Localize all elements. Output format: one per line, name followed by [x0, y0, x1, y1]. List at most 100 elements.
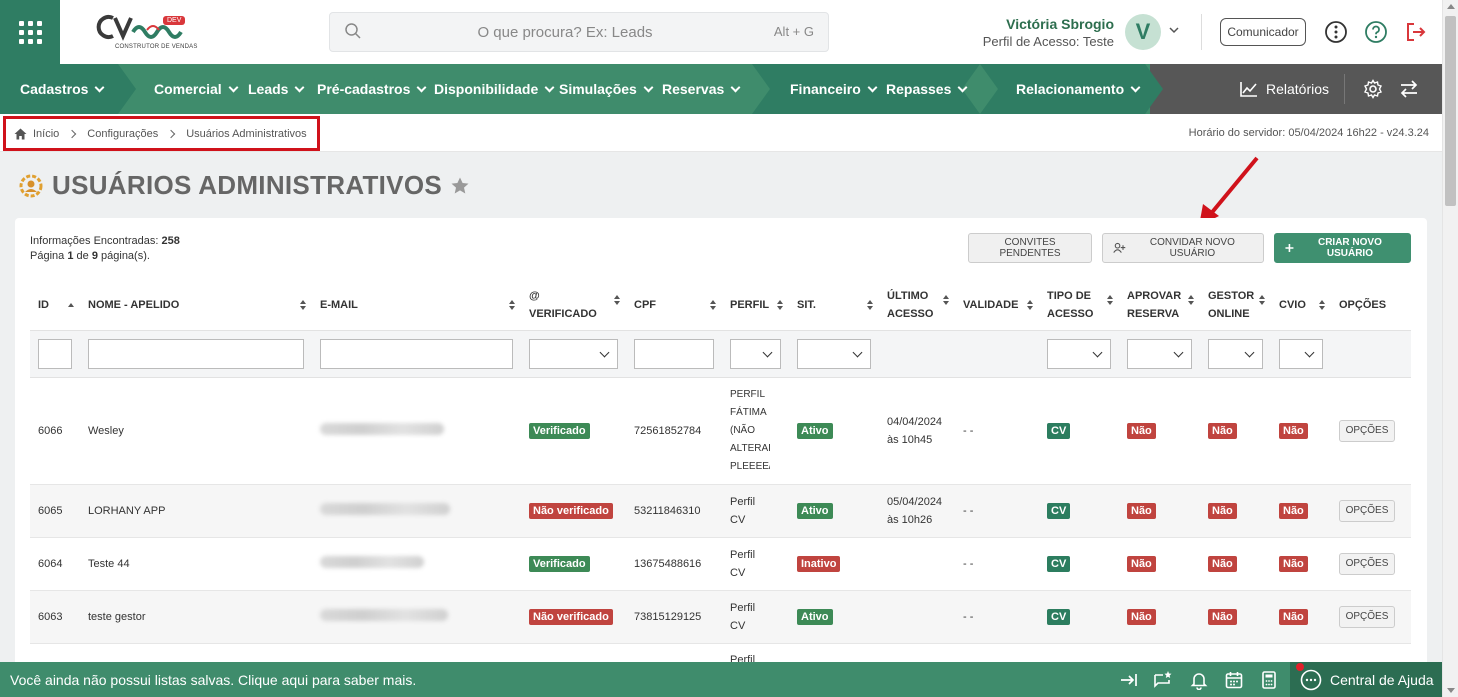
col-validity[interactable]: VALIDADE [955, 280, 1039, 330]
chevron-right-icon [166, 129, 176, 138]
user-plus-icon [1113, 242, 1126, 253]
cell-cpf: 72561852784 [626, 377, 722, 485]
nav-repasses[interactable]: Repasses [886, 64, 968, 114]
nav-arrow-tip [1145, 64, 1163, 114]
col-last-access[interactable]: ÚLTIMO ACESSO [879, 280, 955, 330]
nav-cadastros[interactable]: Cadastros [20, 64, 105, 114]
search-input[interactable] [370, 13, 760, 51]
col-status[interactable]: SIT. [789, 280, 879, 330]
filter-gestor-select[interactable] [1208, 338, 1263, 369]
cell-status: Ativo [789, 484, 879, 538]
filter-profile-select[interactable] [730, 338, 781, 369]
nav-simulacoes[interactable]: Simulações [559, 64, 654, 114]
col-access-type[interactable]: TIPO DE ACESSO [1039, 280, 1119, 330]
nav-disponibilidade[interactable]: Disponibilidade [434, 64, 555, 114]
filter-email-input[interactable] [320, 338, 513, 369]
filter-cvio-select[interactable] [1279, 338, 1323, 369]
more-options-icon[interactable] [1324, 20, 1348, 44]
breadcrumb-inicio[interactable]: Início [33, 128, 59, 140]
row-options-button[interactable]: OPÇÕES [1339, 552, 1395, 575]
logout-icon[interactable] [1404, 20, 1428, 44]
chat-star-icon[interactable] [1153, 670, 1173, 690]
invite-user-button[interactable]: CONVIDAR NOVO USUÁRIO [1102, 233, 1264, 263]
arrow-to-right-icon[interactable] [1119, 670, 1139, 690]
row-options-button[interactable]: OPÇÕES [1339, 499, 1395, 522]
calculator-icon[interactable] [1259, 670, 1279, 690]
users-card: Informações Encontradas: 258 Página 1 de… [15, 218, 1427, 678]
table-row[interactable]: 6066 Wesley Verificado 72561852784 PERFI… [30, 377, 1411, 485]
communicator-button[interactable]: Comunicador [1220, 18, 1306, 46]
calendar-icon[interactable] [1224, 670, 1244, 690]
help-icon[interactable] [1364, 20, 1388, 44]
global-search[interactable]: Alt + G [329, 12, 829, 52]
nav-relacionamento[interactable]: Relacionamento [1016, 64, 1141, 114]
search-icon [345, 23, 361, 39]
col-gestor-online[interactable]: GESTOR ONLINE [1200, 280, 1271, 330]
cell-approve: Não [1119, 377, 1200, 485]
filter-name-input[interactable] [88, 338, 304, 369]
chevron-down-icon [867, 82, 878, 92]
filter-approve-select[interactable] [1127, 338, 1192, 369]
filter-access-type-select[interactable] [1047, 338, 1111, 369]
cv-logo[interactable]: DEV CONSTRUTOR DE VENDAS [95, 12, 197, 54]
col-name[interactable]: NOME - APELIDO [80, 280, 312, 330]
star-icon[interactable] [450, 176, 470, 196]
breadcrumb-configuracoes[interactable]: Configurações [87, 128, 158, 140]
cell-validity: - - [955, 590, 1039, 644]
chevron-right-icon [68, 129, 77, 138]
top-header: DEV CONSTRUTOR DE VENDAS Alt + G Victóri… [0, 0, 1442, 64]
filter-id-input[interactable] [38, 338, 72, 369]
swap-icon[interactable] [1399, 79, 1419, 99]
user-info[interactable]: Victória Sbrogio Perfil de Acesso: Teste [983, 16, 1114, 49]
col-verified[interactable]: @ VERIFICADO [521, 280, 626, 330]
cell-validity: - - [955, 484, 1039, 538]
nav-financeiro[interactable]: Financeiro [790, 64, 878, 114]
notification-dot [1296, 663, 1304, 671]
col-cvio[interactable]: CVIO [1271, 280, 1331, 330]
saved-lists-message[interactable]: Você ainda não possui listas salvas. Cli… [10, 672, 416, 688]
nav-relatorios[interactable]: Relatórios [1240, 64, 1329, 114]
table-row[interactable]: 6064 Teste 44 Verificado 13675488616 Per… [30, 537, 1411, 591]
bell-icon[interactable] [1189, 670, 1209, 690]
create-user-button[interactable]: CRIAR NOVO USUÁRIO [1274, 233, 1411, 263]
row-options-button[interactable]: OPÇÕES [1339, 605, 1395, 628]
cell-id: 6065 [30, 484, 80, 538]
cell-profile: Perfil CV [722, 537, 789, 591]
nav-leads[interactable]: Leads [248, 64, 305, 114]
nav-comercial[interactable]: Comercial [154, 64, 239, 114]
col-id[interactable]: ID [30, 280, 80, 330]
col-cpf[interactable]: CPF [626, 280, 722, 330]
cell-access-type: CV [1039, 377, 1119, 485]
avatar[interactable]: V [1125, 14, 1161, 50]
nav-pre-cadastros[interactable]: Pré-cadastros [317, 64, 427, 114]
pending-invites-button[interactable]: CONVITES PENDENTES [968, 233, 1092, 263]
col-approve-reservation[interactable]: APROVAR RESERVA [1119, 280, 1200, 330]
apps-menu-button[interactable] [0, 0, 60, 64]
page-scrollbar[interactable] [1442, 0, 1458, 697]
col-profile[interactable]: PERFIL [722, 280, 789, 330]
cell-email-blurred [312, 537, 521, 591]
cell-email-blurred [312, 484, 521, 538]
scroll-up-icon[interactable] [1447, 4, 1455, 9]
cell-verified: Não verificado [521, 590, 626, 644]
user-profile: Perfil de Acesso: Teste [982, 34, 1114, 49]
scroll-down-icon[interactable] [1447, 688, 1455, 693]
filter-row [30, 329, 1411, 378]
breadcrumb-usuarios-administrativos: Usuários Administrativos [186, 127, 307, 140]
table-row[interactable]: 6065 LORHANY APP Não verificado 53211846… [30, 484, 1411, 538]
filter-verified-select[interactable] [529, 338, 618, 369]
scroll-thumb[interactable] [1445, 16, 1456, 206]
filter-cpf-input[interactable] [634, 338, 714, 369]
home-icon[interactable] [14, 128, 27, 140]
col-options: OPÇÕES [1339, 298, 1387, 311]
cell-access-type: CV [1039, 537, 1119, 591]
gear-icon[interactable] [1363, 79, 1383, 99]
cell-id: 6064 [30, 537, 80, 591]
col-email[interactable]: E-MAIL [312, 280, 521, 330]
table-row[interactable]: 6063 teste gestor Não verificado 7381512… [30, 590, 1411, 644]
nav-reservas[interactable]: Reservas [662, 64, 741, 114]
chevron-down-icon[interactable] [1168, 24, 1180, 36]
filter-status-select[interactable] [797, 338, 871, 369]
help-center-button[interactable]: Central de Ajuda [1290, 662, 1442, 697]
row-options-button[interactable]: OPÇÕES [1339, 419, 1395, 442]
